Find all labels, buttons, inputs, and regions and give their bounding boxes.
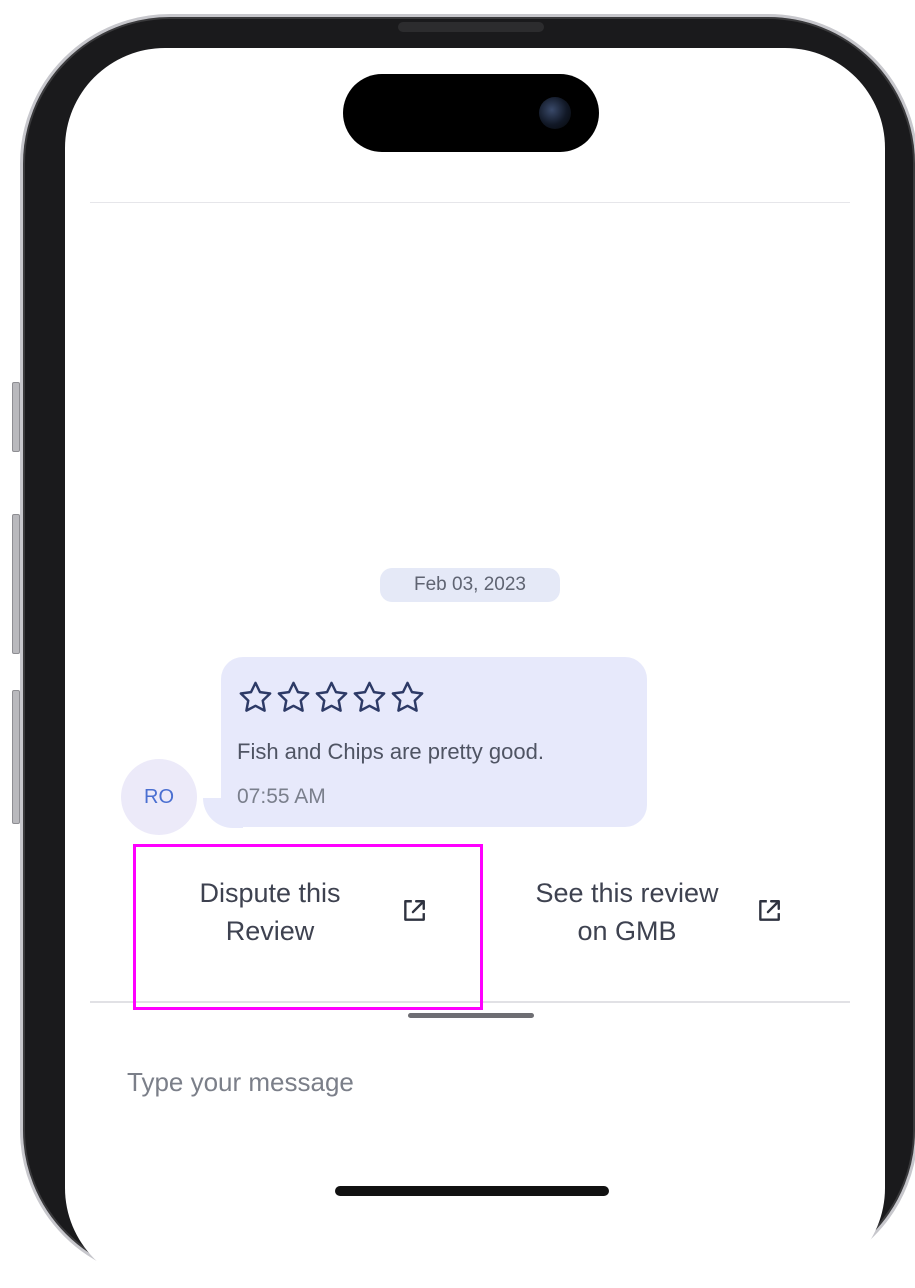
front-camera-icon	[539, 97, 571, 129]
volume-down-button	[12, 690, 20, 824]
external-link-icon[interactable]	[756, 898, 782, 924]
action-button	[12, 382, 20, 452]
star-outline-icon	[277, 681, 310, 712]
avatar[interactable]: RO	[121, 759, 197, 835]
see-review-on-gmb-button[interactable]: See this review on GMB	[509, 874, 745, 950]
speaker-grille	[398, 22, 544, 32]
review-message-bubble[interactable]: Fish and Chips are pretty good. 07:55 AM	[221, 657, 647, 827]
highlight-annotation-box	[133, 844, 483, 1010]
star-outline-icon	[239, 681, 272, 712]
star-rating	[237, 679, 426, 716]
home-indicator[interactable]	[335, 1186, 609, 1196]
drag-handle[interactable]	[408, 1013, 534, 1018]
date-separator-chip: Feb 03, 2023	[380, 568, 560, 602]
gmb-label-line1: See this review	[535, 878, 719, 908]
gmb-label-line2: on GMB	[577, 916, 677, 946]
dynamic-island	[343, 74, 599, 152]
star-outline-icon	[353, 681, 386, 712]
message-input[interactable]	[127, 1062, 817, 1102]
phone-screen: Feb 03, 2023 RO Fish and Chips are prett…	[65, 48, 885, 1288]
star-outline-icon	[315, 681, 348, 712]
star-outline-icon	[391, 681, 424, 712]
message-timestamp: 07:55 AM	[237, 785, 326, 808]
review-text: Fish and Chips are pretty good.	[237, 739, 544, 764]
volume-up-button	[12, 514, 20, 654]
header-divider	[90, 202, 850, 203]
